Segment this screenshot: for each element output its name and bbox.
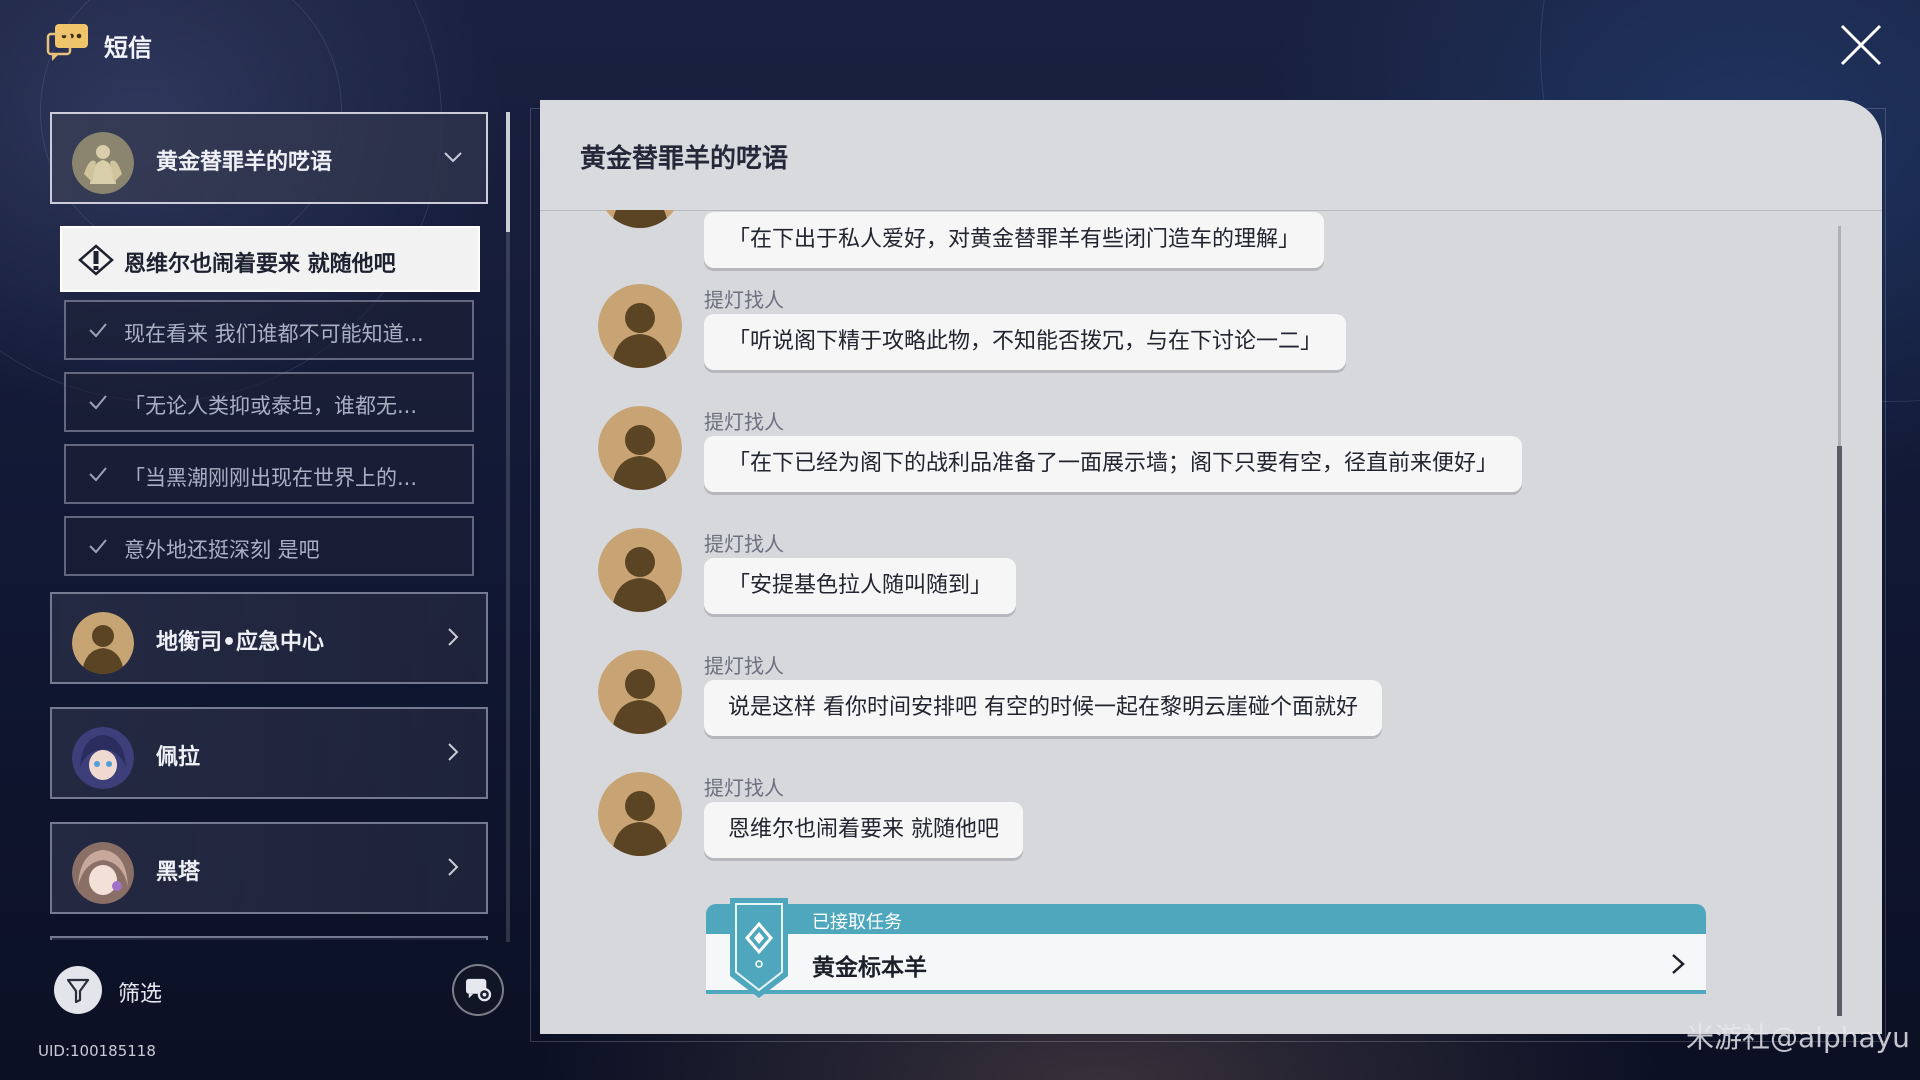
message: 「在下出于私人爱好，对黄金替罪羊有些闭门造车的理解」	[540, 210, 1840, 270]
message-bubble: 「听说阁下精于攻略此物，不知能否拨冗，与在下讨论一二」	[704, 314, 1347, 370]
sidebar-scrollbar-thumb[interactable]	[506, 112, 510, 232]
filter-button[interactable]	[54, 966, 102, 1014]
chevron-right-icon	[1672, 954, 1685, 974]
new-message-icon	[78, 244, 114, 276]
contact-name: 地衡司•应急中心	[156, 630, 325, 655]
message: 提灯找人 恩维尔也闹着要来 就随他吧	[540, 768, 1840, 868]
thread-item[interactable]: 「当黑潮刚刚出现在世界上的...	[64, 444, 474, 504]
message-settings-button[interactable]	[452, 964, 504, 1016]
message-bubble: 「在下出于私人爱好，对黄金替罪羊有些闭门造车的理解」	[704, 212, 1325, 268]
message: 提灯找人 说是这样 看你时间安排吧 有空的时候一起在黎明云崖碰个面就好	[540, 646, 1840, 746]
watermark: 米游社@alphayu	[1686, 1021, 1910, 1054]
sender-name: 提灯找人	[704, 288, 784, 312]
checkmark-icon	[89, 395, 107, 410]
chevron-right-icon	[448, 743, 459, 761]
uid-label: UID:100185118	[38, 1042, 156, 1060]
contact-pela[interactable]: 佩拉	[50, 707, 488, 799]
herta-avatar	[72, 842, 134, 904]
sidebar-scrollbar[interactable]	[506, 112, 510, 942]
quest-name: 黄金标本羊	[812, 955, 927, 981]
contact-partial[interactable]	[50, 936, 488, 940]
sender-avatar	[598, 406, 682, 490]
chat-title: 黄金替罪羊的呓语	[580, 144, 789, 174]
messages-icon	[46, 24, 88, 61]
sender-name: 提灯找人	[704, 532, 784, 556]
checkmark-icon	[89, 539, 107, 554]
chat-panel: 黄金替罪羊的呓语 「在下出于私人爱好，对黄金替罪羊有些闭门造车的理解」 提灯找人…	[540, 100, 1882, 1034]
app-window: 短信 黄金替罪羊的呓语 恩维尔也闹着要来 就随他吧 现在看来 我们谁都不可能知道…	[0, 0, 1920, 1080]
thread-label: 意外地还挺深刻 是吧	[124, 538, 320, 562]
message-bubble: 恩维尔也闹着要来 就随他吧	[704, 802, 1023, 858]
chat-settings-icon	[466, 978, 492, 1002]
contact-name: 黑塔	[156, 860, 201, 885]
sender-avatar	[598, 772, 682, 856]
thread-item[interactable]: 现在看来 我们谁都不可能知道...	[64, 300, 474, 360]
quest-badge-icon	[730, 898, 788, 998]
chevron-right-icon	[448, 858, 459, 876]
message: 提灯找人 「安提基色拉人随叫随到」	[540, 524, 1840, 624]
sender-avatar	[598, 650, 682, 734]
page-title: 短信	[104, 34, 152, 62]
sender-avatar	[605, 210, 675, 228]
sender-avatar	[598, 528, 682, 612]
contact-herta[interactable]: 黑塔	[50, 822, 488, 914]
checkmark-icon	[89, 467, 107, 482]
chat-scrollbar-thumb[interactable]	[1837, 446, 1842, 1016]
thread-label: 恩维尔也闹着要来 就随他吧	[124, 252, 396, 277]
contact-golden-scapegoat[interactable]: 黄金替罪羊的呓语	[50, 112, 488, 204]
contact-name: 佩拉	[156, 745, 201, 770]
contact-emergency-center[interactable]: 地衡司•应急中心	[50, 592, 488, 684]
thread-item-active[interactable]: 恩维尔也闹着要来 就随他吧	[60, 226, 480, 292]
message: 提灯找人 「听说阁下精于攻略此物，不知能否拨冗，与在下讨论一二」	[540, 280, 1840, 380]
quest-card[interactable]: 已接取任务 黄金标本羊	[706, 898, 1706, 1000]
chevron-down-icon	[444, 152, 462, 163]
silhouette-avatar	[72, 612, 134, 674]
chevron-right-icon	[448, 628, 459, 646]
funnel-icon	[66, 978, 90, 1004]
sender-name: 提灯找人	[704, 410, 784, 434]
thread-label: 「无论人类抑或泰坦，谁都无...	[124, 394, 418, 418]
close-button[interactable]	[1838, 22, 1884, 68]
sender-avatar	[598, 284, 682, 368]
chat-header: 黄金替罪羊的呓语	[540, 100, 1882, 211]
thread-item[interactable]: 「无论人类抑或泰坦，谁都无...	[64, 372, 474, 432]
checkmark-icon	[89, 323, 107, 338]
thread-label: 「当黑潮刚刚出现在世界上的...	[124, 466, 418, 490]
filter-label: 筛选	[118, 982, 163, 1007]
sender-name: 提灯找人	[704, 776, 784, 800]
message-bubble: 「在下已经为阁下的战利品准备了一面展示墙；阁下只要有空，径直前来便好」	[704, 436, 1523, 492]
message-bubble: 说是这样 看你时间安排吧 有空的时候一起在黎明云崖碰个面就好	[704, 680, 1382, 736]
message-bubble: 「安提基色拉人随叫随到」	[704, 558, 1017, 614]
sender-name: 提灯找人	[704, 654, 784, 678]
thread-item[interactable]: 意外地还挺深刻 是吧	[64, 516, 474, 576]
contact-list[interactable]: 黄金替罪羊的呓语 恩维尔也闹着要来 就随他吧 现在看来 我们谁都不可能知道...	[50, 110, 490, 940]
quest-status: 已接取任务	[812, 912, 902, 933]
message: 提灯找人 「在下已经为阁下的战利品准备了一面展示墙；阁下只要有空，径直前来便好」	[540, 402, 1840, 502]
contact-name: 黄金替罪羊的呓语	[156, 150, 333, 175]
thread-label: 现在看来 我们谁都不可能知道...	[124, 322, 424, 346]
pela-avatar	[72, 727, 134, 789]
scapegoat-avatar	[72, 132, 134, 194]
